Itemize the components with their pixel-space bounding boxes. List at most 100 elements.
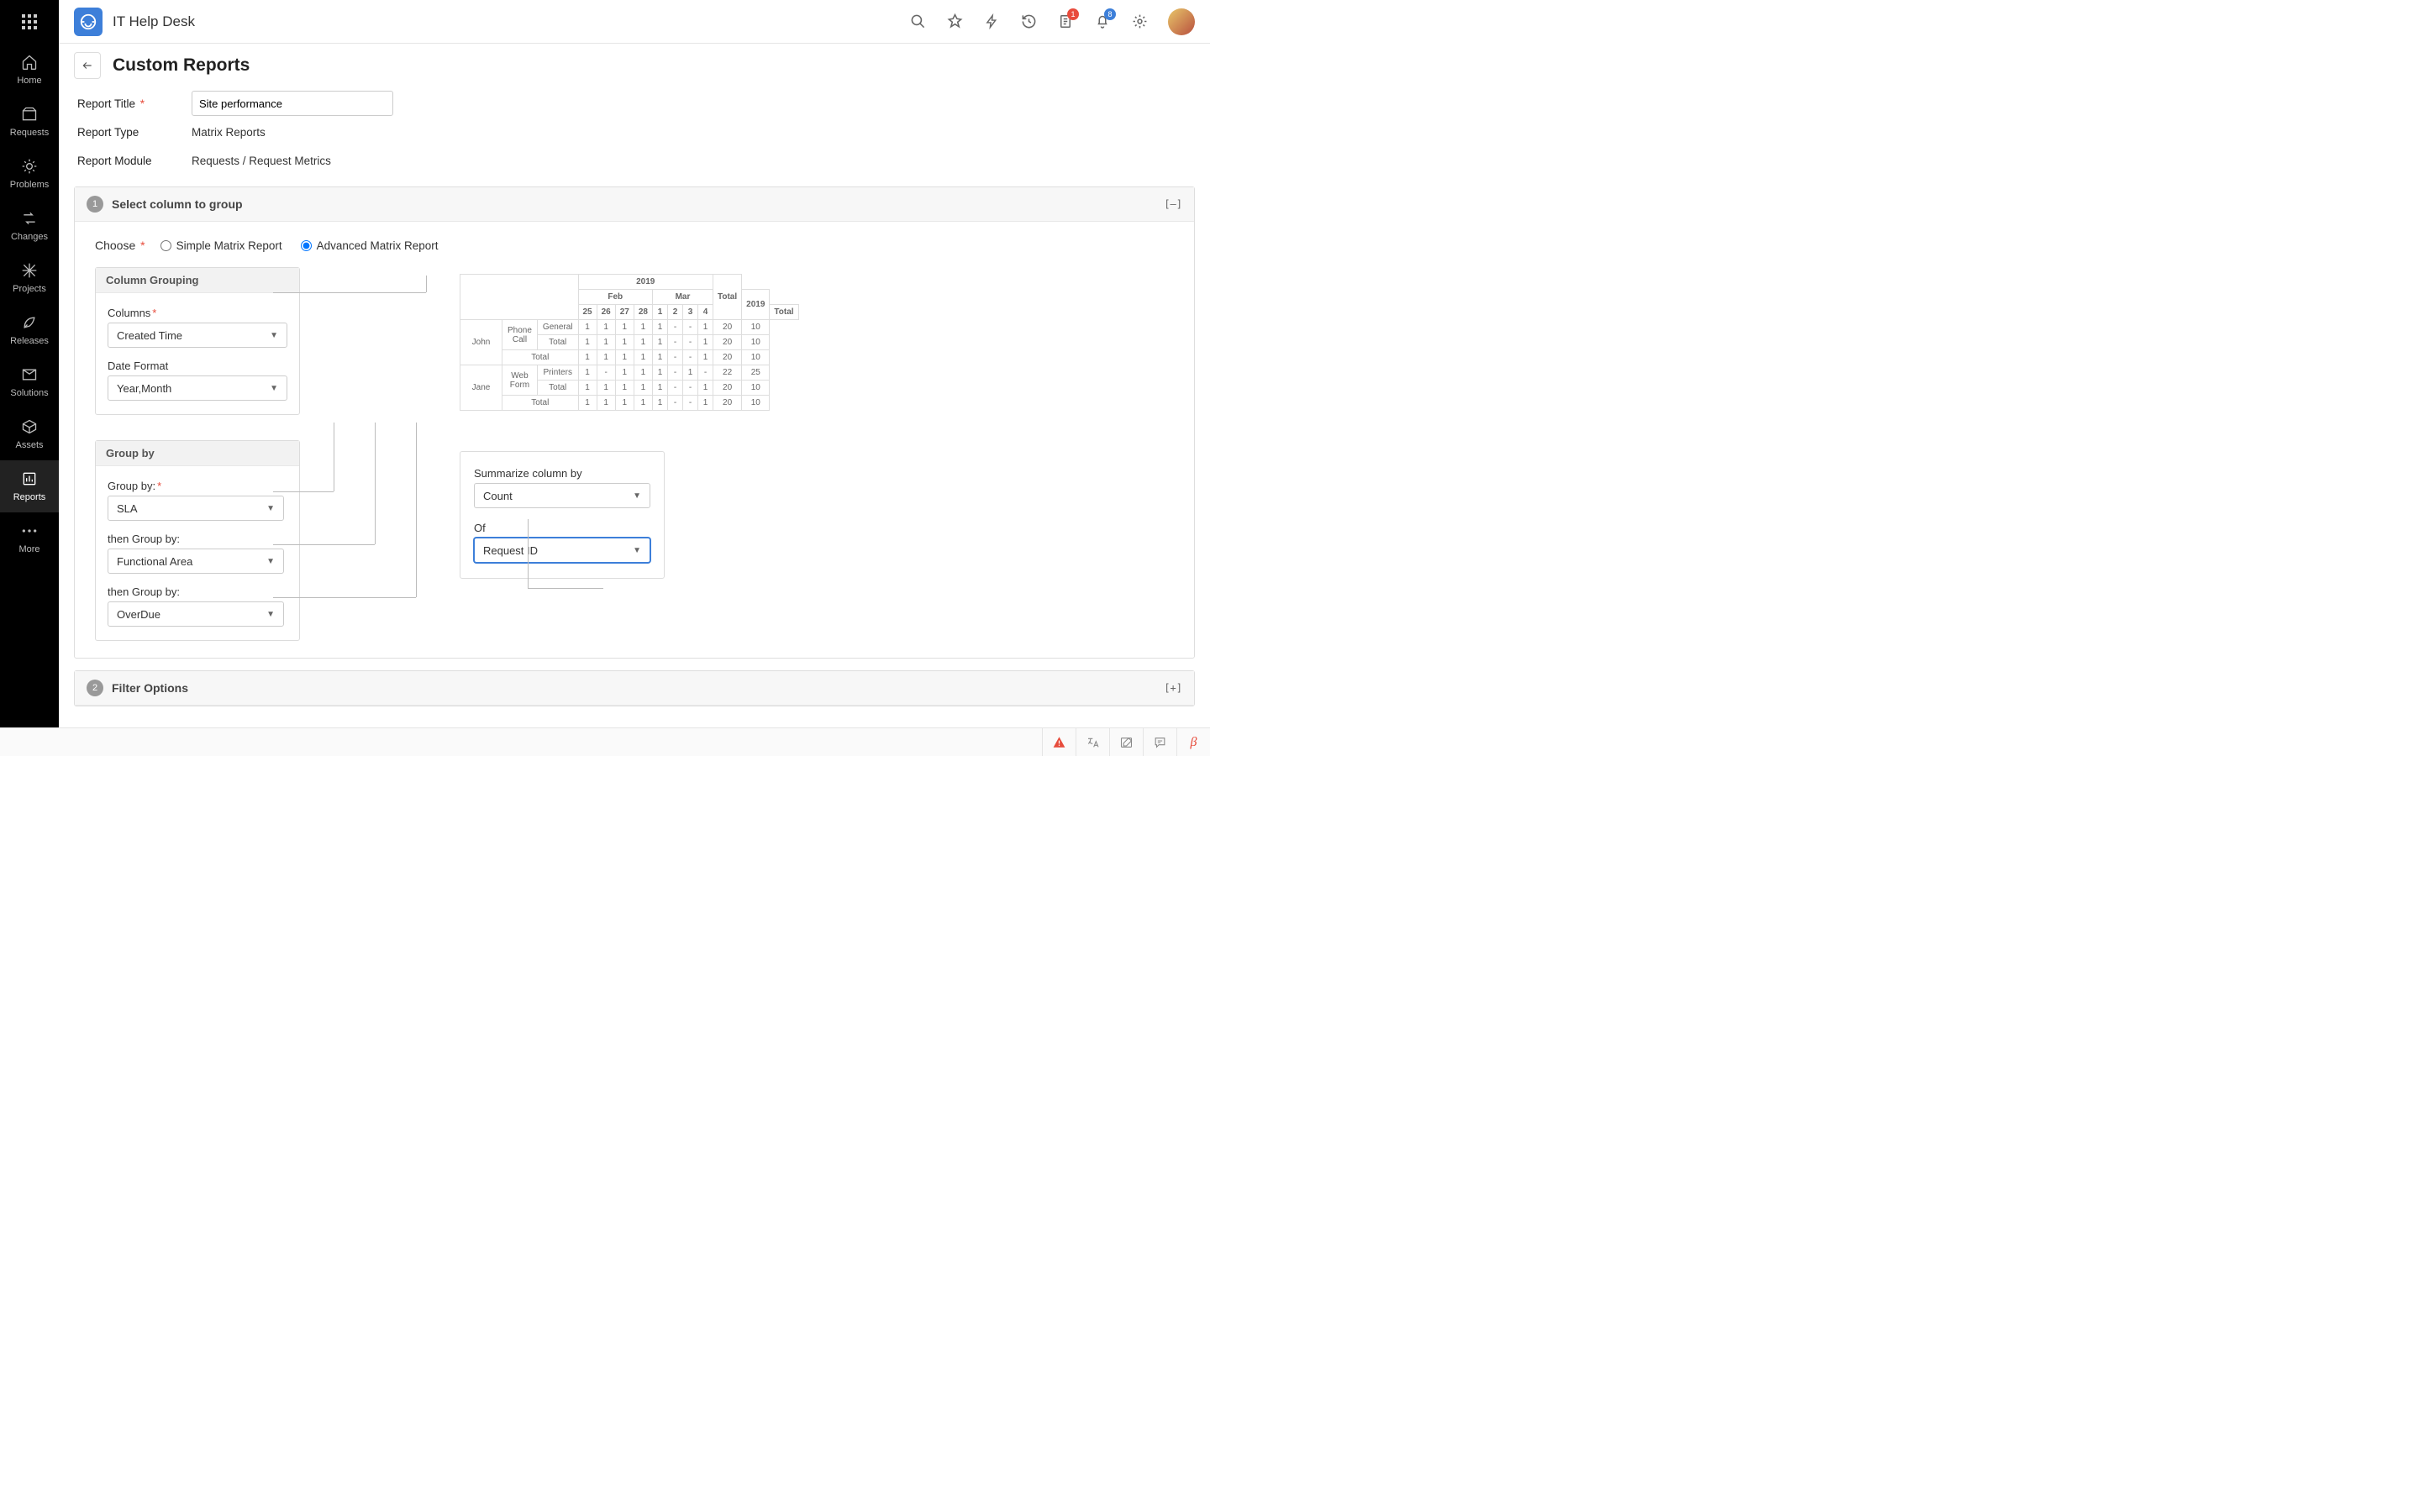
chevron-down-icon: ▼	[633, 491, 641, 501]
summarize-select[interactable]: Count▼	[474, 483, 650, 508]
nav-requests[interactable]: Requests	[0, 96, 59, 148]
pin-button[interactable]	[946, 13, 963, 30]
section-select-column: 1 Select column to group [–] Choose * Si…	[74, 186, 1195, 659]
apps-grid-icon	[22, 14, 37, 29]
more-icon	[21, 522, 38, 539]
tasks-badge: 1	[1067, 8, 1079, 20]
report-type-label: Report Type	[77, 126, 192, 139]
projects-icon	[21, 262, 38, 279]
changes-icon	[21, 210, 38, 227]
status-beta-button[interactable]: β	[1176, 728, 1210, 756]
nav-more[interactable]: More	[0, 512, 59, 564]
date-format-select[interactable]: Year,Month▼	[108, 375, 287, 401]
reports-icon	[21, 470, 38, 487]
column-grouping-header: Column Grouping	[96, 268, 299, 293]
chevron-down-icon: ▼	[266, 610, 275, 619]
radio-advanced-matrix[interactable]: Advanced Matrix Report	[301, 239, 439, 252]
status-bar: β	[0, 727, 1210, 756]
section-2-expand[interactable]: [+]	[1164, 682, 1182, 694]
apps-menu-button[interactable]	[0, 0, 59, 44]
section-1-title: Select column to group	[112, 197, 243, 211]
history-button[interactable]	[1020, 13, 1037, 30]
preview-area: 2019 Total Feb Mar 2019 25262728 1234 To…	[300, 267, 1174, 579]
quick-actions-button[interactable]	[983, 13, 1000, 30]
report-module-label: Report Module	[77, 155, 192, 167]
group-by-2-select[interactable]: Functional Area▼	[108, 549, 284, 574]
notifications-button[interactable]: 8	[1094, 13, 1111, 30]
nav-label: Home	[17, 76, 41, 86]
group-by-card: Group by Group by:* SLA▼ then Group by: …	[95, 440, 300, 641]
nav-solutions[interactable]: Solutions	[0, 356, 59, 408]
nav-label: Reports	[13, 492, 46, 502]
nav-assets[interactable]: Assets	[0, 408, 59, 460]
user-avatar[interactable]	[1168, 8, 1195, 35]
of-select[interactable]: Request ID▼	[474, 538, 650, 563]
chevron-down-icon: ▼	[270, 384, 278, 393]
columns-select[interactable]: Created Time▼	[108, 323, 287, 348]
report-title-input[interactable]	[192, 91, 393, 116]
status-language-button[interactable]	[1076, 728, 1109, 756]
back-button[interactable]	[74, 52, 101, 79]
nav-home[interactable]: Home	[0, 44, 59, 96]
of-label: Of	[474, 522, 650, 534]
app-logo	[74, 8, 103, 36]
nav-problems[interactable]: Problems	[0, 148, 59, 200]
app-sidebar: Home Requests Problems Changes Projects …	[0, 0, 59, 756]
date-format-label: Date Format	[108, 360, 287, 372]
status-notes-button[interactable]	[1109, 728, 1143, 756]
topbar: IT Help Desk 1 8	[59, 0, 1210, 44]
summarize-card: Summarize column by Count▼ Of Request ID…	[460, 451, 665, 579]
nav-label: Changes	[11, 232, 48, 242]
step-badge-2: 2	[87, 680, 103, 696]
tasks-button[interactable]: 1	[1057, 13, 1074, 30]
radio-simple-matrix[interactable]: Simple Matrix Report	[160, 239, 282, 252]
nav-label: More	[18, 544, 39, 554]
search-button[interactable]	[909, 13, 926, 30]
report-title-label: Report Title *	[77, 97, 192, 110]
preview-table: 2019 Total Feb Mar 2019 25262728 1234 To…	[460, 274, 799, 411]
main-content: Custom Reports Report Title * Report Typ…	[59, 44, 1210, 727]
section-filter-options: 2 Filter Options [+]	[74, 670, 1195, 706]
nav-label: Projects	[13, 284, 46, 294]
nav-changes[interactable]: Changes	[0, 200, 59, 252]
choose-label: Choose *	[95, 239, 145, 252]
group-by-header: Group by	[96, 441, 299, 466]
status-chat-button[interactable]	[1143, 728, 1176, 756]
chevron-down-icon: ▼	[270, 331, 278, 340]
page-title: Custom Reports	[113, 55, 250, 76]
summarize-label: Summarize column by	[474, 467, 650, 480]
settings-button[interactable]	[1131, 13, 1148, 30]
section-2-title: Filter Options	[112, 681, 188, 695]
group-by-3-select[interactable]: OverDue▼	[108, 601, 284, 627]
nav-label: Problems	[10, 180, 49, 190]
group-by-1-label: Group by:*	[108, 480, 287, 492]
assets-icon	[21, 418, 38, 435]
app-title: IT Help Desk	[113, 13, 195, 30]
solutions-icon	[21, 366, 38, 383]
nav-label: Releases	[10, 336, 49, 346]
problems-icon	[21, 158, 38, 175]
chevron-down-icon: ▼	[266, 557, 275, 566]
step-badge-1: 1	[87, 196, 103, 213]
chevron-down-icon: ▼	[266, 504, 275, 513]
group-by-3-label: then Group by:	[108, 585, 287, 598]
chevron-down-icon: ▼	[633, 546, 641, 555]
home-icon	[21, 54, 38, 71]
nav-label: Solutions	[10, 388, 48, 398]
nav-reports[interactable]: Reports	[0, 460, 59, 512]
columns-label: Columns*	[108, 307, 287, 319]
nav-releases[interactable]: Releases	[0, 304, 59, 356]
status-alert-button[interactable]	[1042, 728, 1076, 756]
nav-label: Requests	[10, 128, 49, 138]
column-grouping-card: Column Grouping Columns* Created Time▼ D…	[95, 267, 300, 415]
group-by-1-select[interactable]: SLA▼	[108, 496, 284, 521]
nav-projects[interactable]: Projects	[0, 252, 59, 304]
nav-label: Assets	[15, 440, 43, 450]
notifications-badge: 8	[1104, 8, 1116, 20]
section-1-collapse[interactable]: [–]	[1164, 198, 1182, 210]
report-module-value: Requests / Request Metrics	[192, 155, 331, 167]
releases-icon	[21, 314, 38, 331]
group-by-2-label: then Group by:	[108, 533, 287, 545]
requests-icon	[21, 106, 38, 123]
report-type-value: Matrix Reports	[192, 126, 266, 139]
